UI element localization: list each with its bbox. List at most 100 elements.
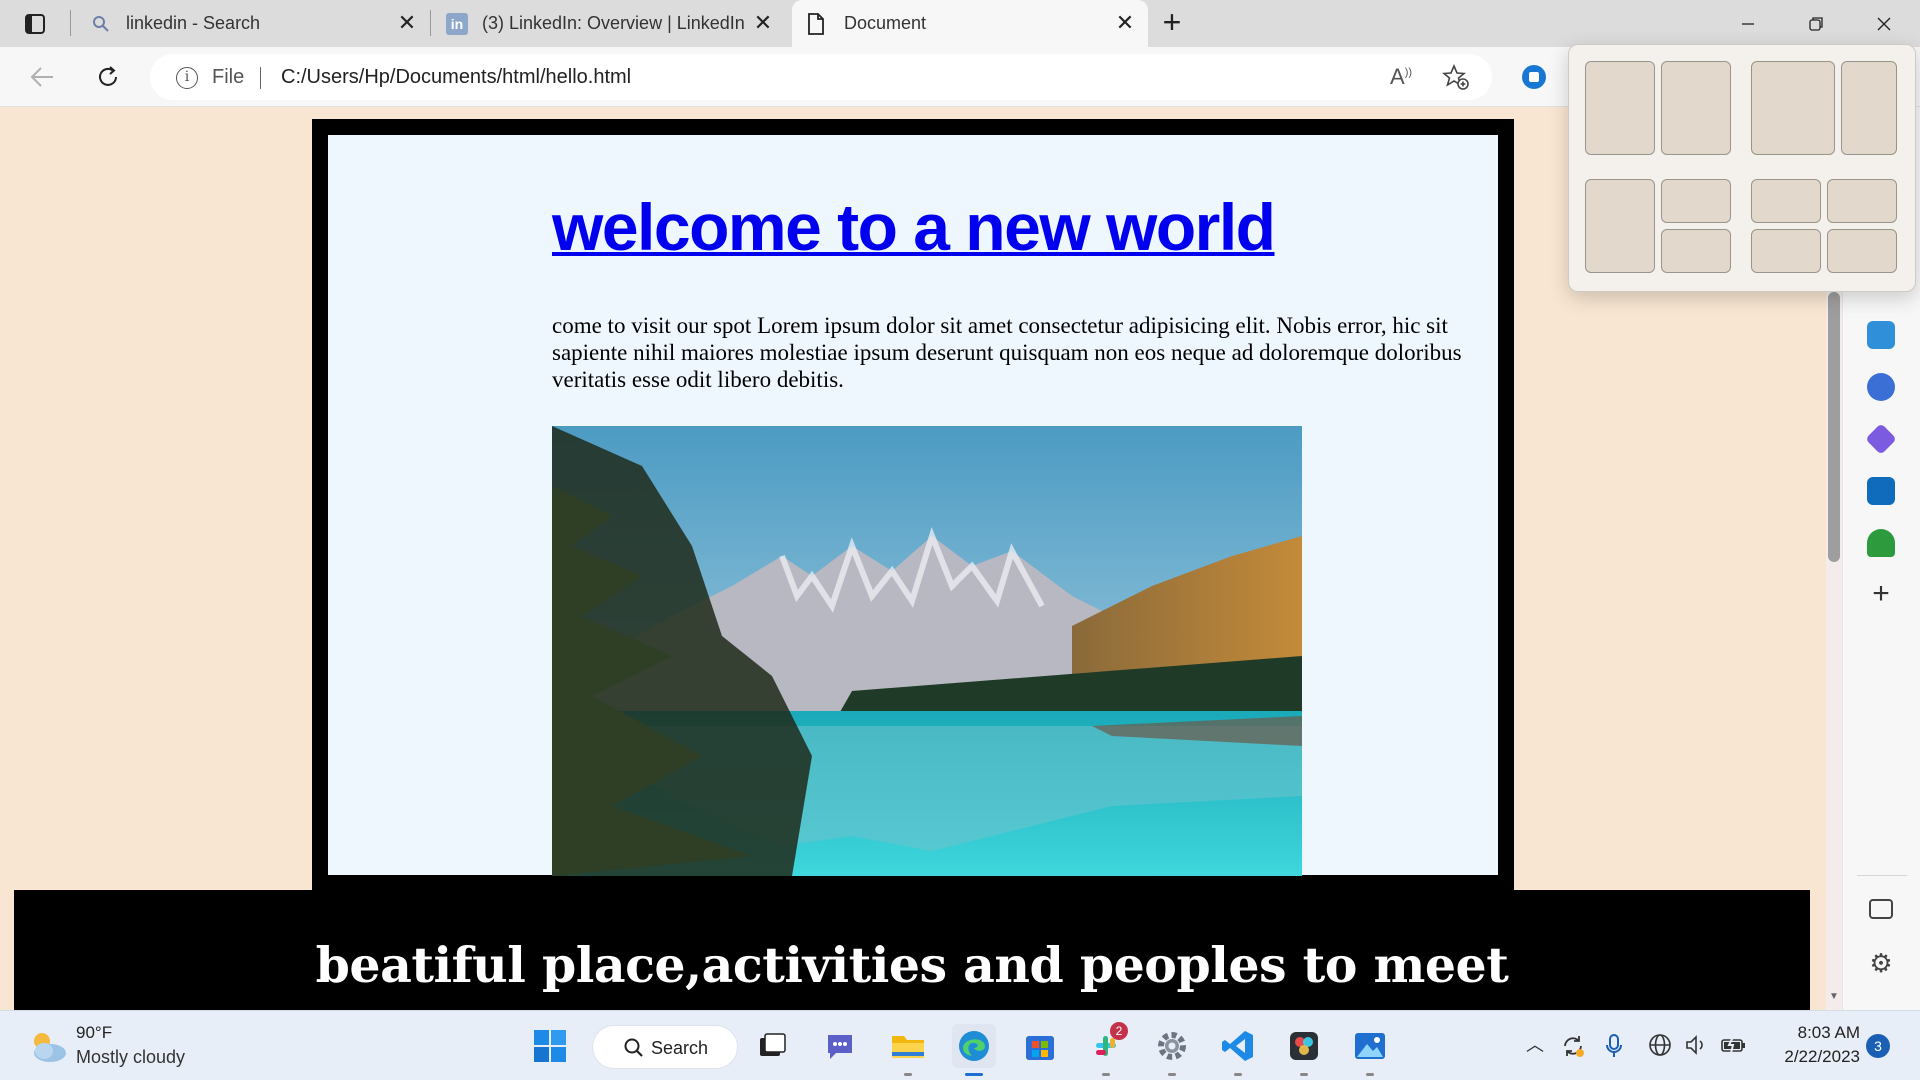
- scrollbar-thumb[interactable]: [1828, 292, 1840, 562]
- sync-icon[interactable]: [1560, 1033, 1586, 1059]
- snap-zone[interactable]: [1827, 229, 1897, 273]
- page-heading-link[interactable]: welcome to a new world: [552, 189, 1276, 265]
- new-tab-button[interactable]: +: [1156, 6, 1188, 40]
- copilot-icon[interactable]: [1522, 65, 1546, 89]
- running-indicator: [1102, 1073, 1110, 1076]
- snap-zone[interactable]: [1751, 179, 1821, 223]
- snap-layout-two-equal: [1585, 61, 1731, 155]
- davinci-resolve-icon: [1290, 1032, 1318, 1060]
- photos-button[interactable]: [1348, 1024, 1392, 1076]
- tab-actions-icon: [25, 13, 45, 34]
- page-paragraph: come to visit our spot Lorem ipsum dolor…: [552, 313, 1462, 392]
- running-indicator: [1234, 1073, 1242, 1076]
- volume-icon[interactable]: [1684, 1033, 1708, 1057]
- windows-logo-icon: [534, 1030, 566, 1062]
- address-bar[interactable]: i File C:/Users/Hp/Documents/html/hello.…: [150, 54, 1492, 100]
- search-label: Search: [651, 1038, 709, 1058]
- close-icon: [1877, 17, 1891, 30]
- close-window-button[interactable]: [1850, 0, 1918, 47]
- taskbar: 90°F Mostly cloudy Search 2 ︿ 8:03 AM 2/…: [0, 1010, 1920, 1080]
- tools-icon[interactable]: [1867, 321, 1895, 349]
- microsoft-store-button[interactable]: [1018, 1024, 1062, 1068]
- banner-text: beatiful place,activities and peoples to…: [315, 936, 1509, 994]
- scroll-down-arrow[interactable]: ▼: [1828, 991, 1840, 1003]
- snap-zone[interactable]: [1841, 61, 1897, 155]
- snap-zone[interactable]: [1661, 229, 1731, 273]
- address-separator: [260, 67, 261, 89]
- snap-zone[interactable]: [1661, 61, 1731, 155]
- task-view-icon: [760, 1033, 786, 1056]
- snap-zone[interactable]: [1751, 229, 1821, 273]
- add-sidebar-app-icon[interactable]: +: [1867, 579, 1895, 609]
- folder-icon: [892, 1036, 924, 1058]
- settings-gear-icon[interactable]: ⚙: [1867, 949, 1895, 977]
- photos-icon: [1355, 1033, 1385, 1059]
- show-hidden-icons-chevron-icon[interactable]: ︿: [1526, 1031, 1544, 1057]
- davinci-resolve-button[interactable]: [1282, 1024, 1326, 1076]
- start-button[interactable]: [528, 1024, 572, 1068]
- vscode-icon: [1222, 1031, 1253, 1061]
- url-scheme: File: [212, 66, 245, 88]
- snap-zone[interactable]: [1827, 179, 1897, 223]
- landscape-illustration: [552, 426, 1302, 876]
- edge-icon: [959, 1031, 989, 1061]
- microsoft-365-icon[interactable]: [1865, 423, 1897, 455]
- slack-button[interactable]: 2: [1084, 1022, 1128, 1076]
- add-favorite-icon[interactable]: [1442, 63, 1470, 91]
- network-globe-icon[interactable]: [1648, 1033, 1672, 1057]
- games-icon[interactable]: [1867, 373, 1895, 401]
- refresh-button[interactable]: [90, 59, 126, 95]
- tab-bar: linkedin - Search ✕ in (3) LinkedIn: Ove…: [0, 0, 1920, 47]
- snap-zone[interactable]: [1585, 61, 1655, 155]
- settings-button[interactable]: [1150, 1024, 1194, 1076]
- running-indicator: [1366, 1073, 1374, 1076]
- microphone-icon[interactable]: [1604, 1033, 1624, 1059]
- weather-condition: Mostly cloudy: [76, 1047, 186, 1067]
- tab-actions-button[interactable]: [0, 0, 70, 47]
- url-text[interactable]: C:/Users/Hp/Documents/html/hello.html: [281, 66, 631, 89]
- battery-charging-icon[interactable]: [1720, 1033, 1748, 1057]
- taskbar-search[interactable]: Search: [592, 1025, 738, 1069]
- drop-tree-icon[interactable]: [1867, 529, 1895, 557]
- teams-chat-button[interactable]: [818, 1024, 862, 1068]
- tab-document[interactable]: Document ✕: [792, 0, 1148, 47]
- slack-notification-badge: 2: [1110, 1022, 1128, 1040]
- weather-temperature: 90°F: [76, 1023, 113, 1042]
- site-info-icon[interactable]: i: [176, 67, 198, 89]
- page-viewport: welcome to a new world come to visit our…: [0, 107, 1826, 1010]
- close-tab-icon[interactable]: ✕: [752, 12, 774, 34]
- active-indicator: [965, 1073, 983, 1076]
- clock-time: 8:03 AM: [1797, 1023, 1860, 1042]
- snap-zone[interactable]: [1585, 179, 1655, 273]
- close-tab-icon[interactable]: ✕: [1114, 12, 1136, 34]
- read-aloud-icon[interactable]: A)): [1390, 64, 1412, 90]
- cloudy-weather-icon: [34, 1033, 66, 1062]
- sidebar-divider: [1857, 875, 1907, 876]
- edge-button[interactable]: [952, 1024, 996, 1076]
- system-clock[interactable]: 8:03 AM 2/22/2023: [1766, 1021, 1860, 1069]
- chat-icon: [828, 1035, 852, 1059]
- tab-linkedin-search[interactable]: linkedin - Search ✕: [80, 0, 430, 47]
- tab-separator: [70, 10, 71, 36]
- back-button[interactable]: [24, 59, 60, 95]
- snap-layout-wide-narrow: [1751, 61, 1897, 155]
- running-indicator: [1300, 1073, 1308, 1076]
- vscode-button[interactable]: [1216, 1024, 1260, 1076]
- snap-zone[interactable]: [1751, 61, 1835, 155]
- minimize-button[interactable]: [1714, 0, 1782, 47]
- snap-layout-left-stacked: [1585, 179, 1731, 273]
- notification-count-badge[interactable]: 3: [1866, 1034, 1890, 1058]
- task-view-button[interactable]: [750, 1024, 794, 1068]
- weather-widget[interactable]: 90°F Mostly cloudy: [24, 1021, 224, 1071]
- tab-title: (3) LinkedIn: Overview | LinkedIn: [482, 13, 745, 33]
- restore-button[interactable]: [1782, 0, 1850, 47]
- hide-sidebar-icon[interactable]: [1869, 899, 1893, 919]
- outlook-icon[interactable]: [1867, 477, 1895, 505]
- snap-zone[interactable]: [1661, 179, 1731, 223]
- file-explorer-button[interactable]: [886, 1024, 930, 1076]
- banner: beatiful place,activities and peoples to…: [14, 890, 1810, 1010]
- tab-title: Document: [844, 13, 927, 33]
- tab-linkedin-overview[interactable]: in (3) LinkedIn: Overview | LinkedIn ✕: [436, 0, 786, 47]
- close-tab-icon[interactable]: ✕: [396, 12, 418, 34]
- search-icon: [93, 15, 109, 32]
